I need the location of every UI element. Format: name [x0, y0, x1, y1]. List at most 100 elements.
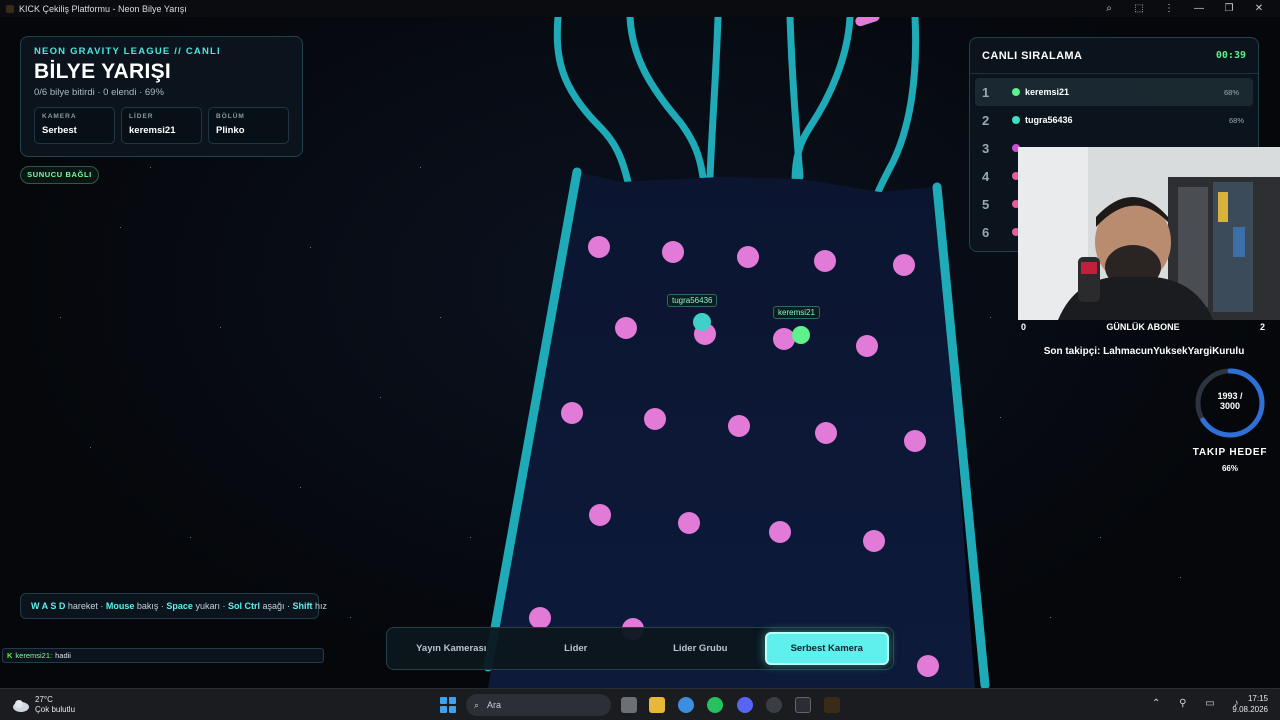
plinko-peg [615, 317, 637, 339]
hint-text: hareket · [65, 601, 106, 611]
daily-subs-bar: 0 GÜNLÜK ABONE 2 [1018, 322, 1268, 336]
minimize-button[interactable]: — [1184, 3, 1214, 14]
goal-target: 3000 [1219, 401, 1241, 411]
chrome-icon[interactable] [678, 697, 694, 713]
plinko-peg [588, 236, 610, 258]
leader-camera-button[interactable]: Lider [516, 632, 637, 665]
follow-goal-percent: 66% [1221, 464, 1238, 473]
plinko-peg [863, 530, 885, 552]
marble-color-dot [1012, 116, 1020, 124]
plinko-peg [728, 415, 750, 437]
plinko-peg [737, 246, 759, 268]
extensions-icon[interactable]: ⬚ [1124, 3, 1154, 14]
rank-number: 2 [982, 112, 990, 128]
plinko-peg [815, 422, 837, 444]
hint-key: Shift [292, 601, 313, 611]
hint-key: Space [166, 601, 193, 611]
terminal-icon[interactable] [795, 697, 811, 713]
plinko-peg [529, 607, 551, 629]
follow-goal-label: TAKIP HEDEF [1192, 447, 1268, 458]
plinko-peg [644, 408, 666, 430]
webcam-image [1018, 147, 1280, 320]
goal-current: 1993 / [1217, 391, 1243, 401]
broadcast-camera-button[interactable]: Yayın Kamerası [391, 632, 512, 665]
free-camera-button[interactable]: Serbest Kamera [764, 632, 889, 665]
rank-number: 4 [982, 168, 990, 184]
stat-camera: KAMERA Serbest [34, 107, 115, 144]
leader-group-camera-button[interactable]: Lider Grubu [640, 632, 761, 665]
marble-tag-tugra56436: tugra56436 [667, 294, 718, 307]
rank-player-name: keremsi21 [1025, 87, 1070, 97]
subs-start: 0 [1021, 322, 1027, 332]
race-info-panel: NEON GRAVITY LEAGUE // CANLI BİLYE YARIŞ… [20, 36, 303, 157]
window-titlebar: KICK Çekiliş Platformu - Neon Bilye Yarı… [0, 0, 1280, 17]
clock[interactable]: 17:15 9.08.2026 [1232, 693, 1268, 715]
search-placeholder: Ara [487, 700, 502, 710]
close-button[interactable]: ✕ [1244, 3, 1274, 14]
stat-label: LİDER [129, 113, 154, 120]
game-viewport[interactable]: tugra56436 keremsi21 NEON GRAVITY LEAGUE… [0, 17, 1280, 688]
rank-number: 6 [982, 224, 990, 240]
clock-date: 9.08.2026 [1232, 705, 1268, 714]
subs-goal: 2 [1259, 322, 1265, 332]
windows-taskbar: 27°C Çok bulutlu ⌕ Ara ⌃ ⚲ ▭ ♪ 17:15 9.0… [0, 688, 1280, 720]
marble-tugra56436 [693, 313, 711, 331]
search-icon: ⌕ [474, 699, 480, 710]
server-status-badge: SUNUCU BAĞLI [20, 166, 99, 184]
cloud-icon [13, 700, 29, 712]
league-label: NEON GRAVITY LEAGUE // CANLI [34, 46, 221, 57]
discord-icon[interactable] [737, 697, 753, 713]
kick-app-taskbar-icon[interactable] [824, 697, 840, 713]
stat-section: BÖLÜM Plinko [208, 107, 289, 144]
rank-progress: 68% [1228, 115, 1244, 125]
weather-condition: Çok bulutlu [35, 705, 76, 714]
window-controls: ⌕ ⬚ ⋮ — ❐ ✕ [1094, 0, 1274, 17]
hint-text: hız [312, 601, 327, 611]
ranking-title: CANLI SIRALAMA [982, 49, 1083, 62]
stat-value: keremsi21 [129, 125, 176, 136]
chat-message: Kkeremsi21: hadii [2, 648, 324, 663]
race-status: 0/6 bilye bitirdi · 0 elendi · 69% [34, 87, 164, 98]
plinko-peg [678, 512, 700, 534]
rank-progress: 68% [1223, 87, 1239, 97]
plinko-peg [662, 241, 684, 263]
follow-goal-count: 1993 / 3000 [1193, 391, 1267, 411]
window-title: KICK Çekiliş Platformu - Neon Bilye Yarı… [19, 3, 187, 14]
whatsapp-icon[interactable] [707, 697, 723, 713]
plinko-peg [814, 250, 836, 272]
stat-label: BÖLÜM [216, 113, 245, 120]
weather-widget[interactable]: 27°C Çok bulutlu [12, 695, 75, 715]
chat-text: hadii [55, 651, 71, 660]
hint-text: aşağı · [259, 601, 293, 611]
ranking-row: 2 tugra56436 68% [970, 106, 1258, 134]
kick-app-icon [6, 4, 14, 13]
race-timer: 00:39 [1215, 50, 1246, 61]
stat-value: Serbest [42, 125, 77, 136]
menu-icon[interactable]: ⋮ [1154, 3, 1184, 14]
marble-tag-keremsi21: keremsi21 [773, 306, 820, 319]
stat-leader: LİDER keremsi21 [121, 107, 202, 144]
controls-hint: W A S D hareket · Mouse bakış · Space yu… [20, 593, 327, 619]
taskbar-search[interactable]: ⌕ Ara [466, 694, 611, 716]
race-stats: KAMERA Serbest LİDER keremsi21 BÖLÜM Pli… [34, 107, 289, 144]
rank-number: 3 [982, 140, 990, 156]
kick-icon: K [7, 651, 13, 660]
file-explorer-icon[interactable] [649, 697, 665, 713]
start-button[interactable] [440, 697, 456, 713]
stat-label: KAMERA [42, 113, 77, 120]
hint-key: Sol Ctrl [227, 601, 260, 611]
plinko-peg [904, 430, 926, 452]
plinko-peg [769, 521, 791, 543]
zoom-icon[interactable]: ⌕ [1094, 3, 1124, 14]
restore-button[interactable]: ❐ [1214, 3, 1244, 14]
plinko-peg [917, 655, 939, 677]
subs-label: GÜNLÜK ABONE [1106, 322, 1180, 332]
hint-key: Mouse [105, 601, 135, 611]
streamer-webcam [1018, 147, 1280, 320]
task-view-icon[interactable] [621, 697, 637, 713]
plinko-peg [589, 504, 611, 526]
rank-player-name: tugra56436 [1025, 115, 1073, 125]
camera-mode-bar: Yayın Kamerası Lider Lider Grubu Serbest… [386, 627, 894, 670]
app-icon[interactable] [766, 697, 782, 713]
marble-color-dot [1012, 88, 1020, 96]
